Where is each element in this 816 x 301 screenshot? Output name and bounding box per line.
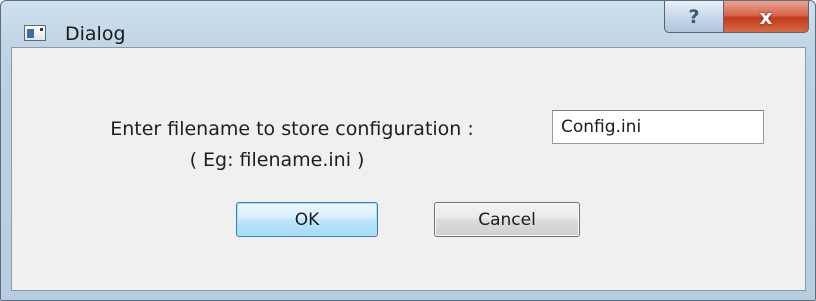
- dialog-window: Dialog ? x Enter filename to store confi…: [0, 0, 816, 301]
- title-bar[interactable]: Dialog ? x: [1, 1, 815, 45]
- window-app-icon: [24, 25, 46, 41]
- cancel-button-label: Cancel: [478, 209, 536, 230]
- filename-prompt-label: Enter filename to store configuration :: [110, 118, 474, 140]
- help-button[interactable]: ?: [664, 1, 724, 33]
- ok-button-label: OK: [294, 209, 320, 230]
- help-question-icon: ?: [688, 5, 700, 28]
- app-icon-pane: [27, 29, 34, 38]
- window-title: Dialog: [65, 23, 126, 45]
- filename-input[interactable]: [552, 110, 764, 144]
- ok-button[interactable]: OK: [236, 202, 378, 237]
- cancel-button[interactable]: Cancel: [434, 202, 580, 237]
- filename-example-label: ( Eg: filename.ini ): [189, 149, 365, 171]
- close-x-icon: x: [759, 4, 773, 29]
- dialog-content: Enter filename to store configuration : …: [11, 47, 806, 291]
- close-button[interactable]: x: [723, 1, 809, 33]
- app-icon-dot: [40, 28, 43, 31]
